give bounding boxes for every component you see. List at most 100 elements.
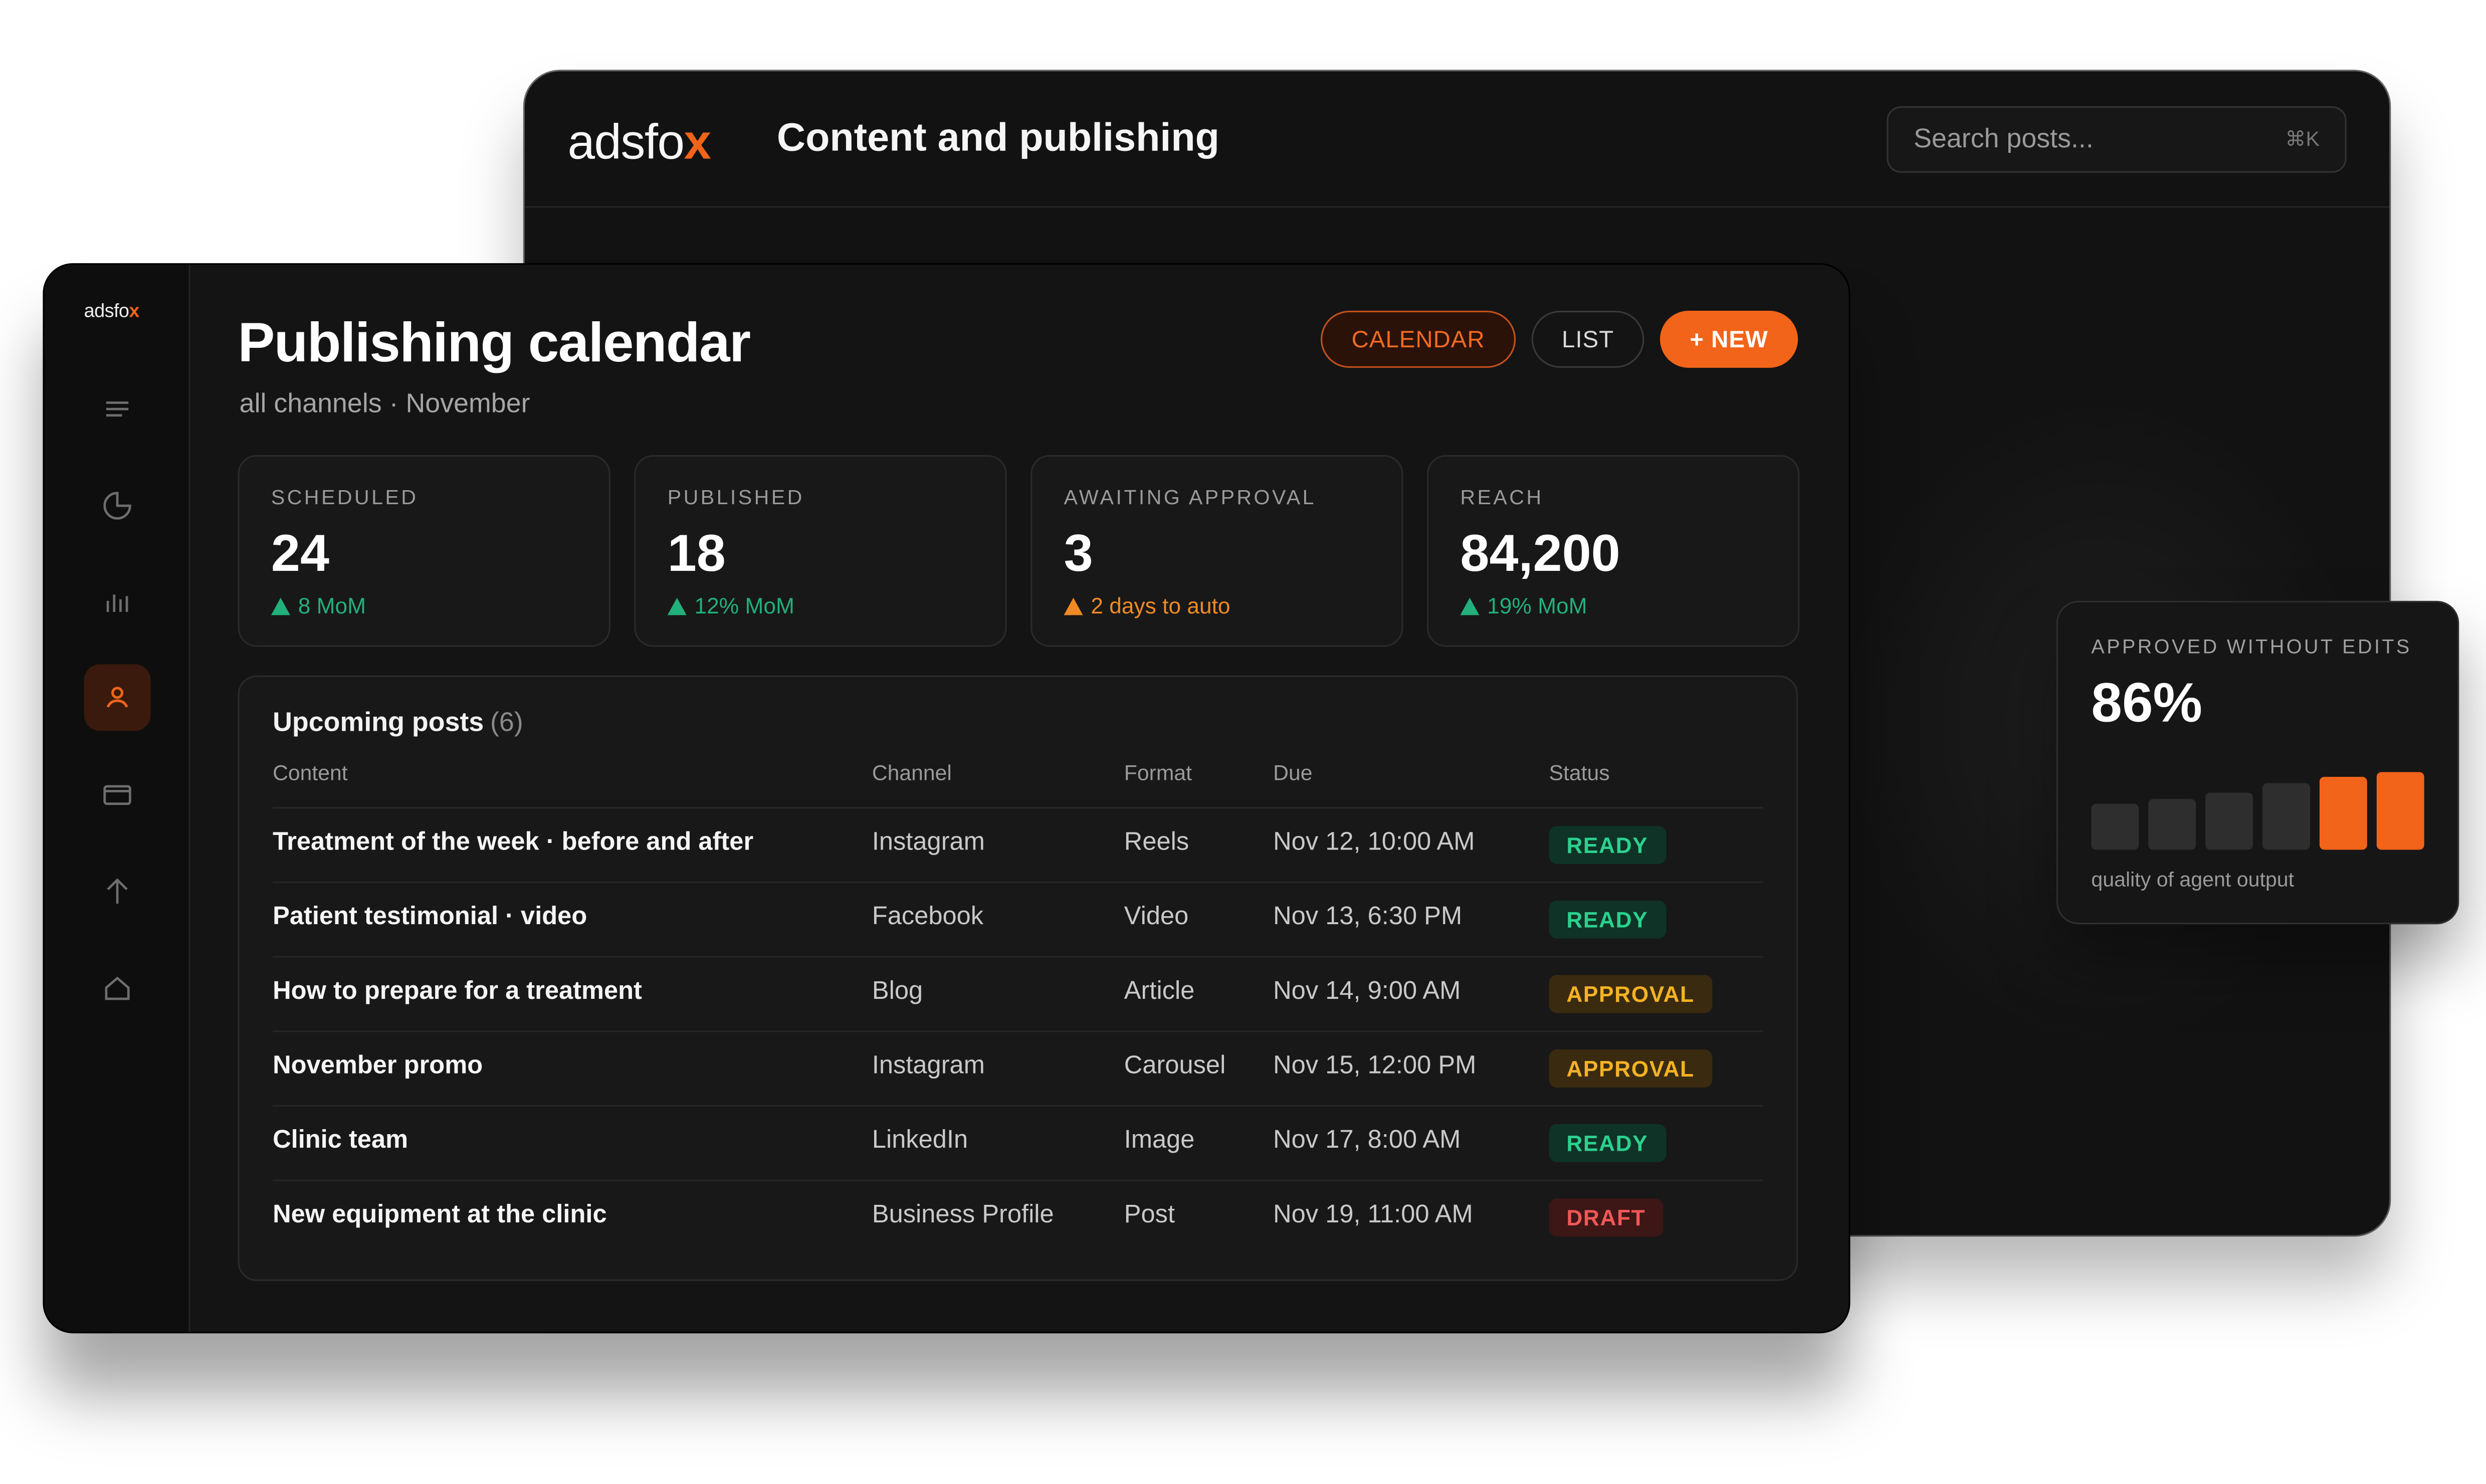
pie-chart-icon — [103, 492, 131, 520]
post-format: Reels — [1124, 829, 1189, 857]
post-channel: LinkedIn — [872, 1127, 968, 1154]
sidebar-item-reports[interactable] — [84, 569, 151, 636]
main-content: Publishing calendar all channels · Novem… — [190, 265, 1849, 1332]
quality-bar — [2205, 792, 2253, 850]
post-due: Nov 17, 8:00 AM — [1273, 1127, 1461, 1154]
sidebar-item-publish[interactable] — [84, 858, 151, 924]
quality-caption: quality of agent output — [2091, 867, 2295, 891]
status-badge: APPROVAL — [1549, 1049, 1712, 1088]
stat-label: REACH — [1460, 485, 1544, 509]
column-header-content[interactable]: Content — [273, 761, 348, 784]
quality-bar — [2148, 799, 2196, 850]
sidebar-logo-text: adsfo — [84, 299, 129, 322]
column-header-due[interactable]: Due — [1273, 761, 1312, 784]
post-channel: Facebook — [872, 904, 984, 931]
stat-value: 24 — [271, 523, 330, 582]
stat-label: AWAITING APPROVAL — [1064, 485, 1316, 509]
back-header: adsfox Content and publishing ⌘K — [525, 71, 2390, 208]
stat-delta-text: 19% MoM — [1487, 593, 1587, 618]
upcoming-posts-panel: Upcoming posts (6) Content Channel Format… — [238, 675, 1798, 1281]
stat-label: PUBLISHED — [667, 485, 804, 509]
bar-chart-icon — [106, 594, 128, 612]
brand-logo-text: adsfo — [567, 114, 685, 170]
stat-delta: 12% MoM — [667, 593, 794, 618]
window-title: Content and publishing — [777, 115, 1220, 160]
table-row[interactable]: Treatment of the week · before and after… — [273, 807, 1763, 882]
quality-value: 86% — [2091, 672, 2203, 734]
quality-bar — [2319, 777, 2367, 850]
sidebar-item-menu[interactable] — [84, 376, 151, 443]
post-channel: Blog — [872, 978, 923, 1005]
status-badge: APPROVAL — [1549, 975, 1712, 1013]
stat-delta-text: 8 MoM — [298, 593, 366, 618]
upcoming-posts-title: Upcoming posts (6) — [273, 707, 523, 739]
post-channel: Business Profile — [872, 1201, 1054, 1229]
list-view-button[interactable]: LIST — [1531, 311, 1644, 368]
sidebar-logo-mark: x — [129, 299, 139, 322]
table-row[interactable]: November promo Instagram Carousel Nov 15… — [273, 1030, 1763, 1105]
post-content: New equipment at the clinic — [273, 1201, 607, 1229]
post-format: Image — [1124, 1127, 1195, 1154]
post-due: Nov 13, 6:30 PM — [1273, 904, 1463, 931]
trend-up-icon — [667, 596, 687, 614]
arrow-up-icon — [107, 878, 128, 904]
search-input[interactable] — [1914, 108, 2263, 171]
brand-logo[interactable]: adsfo x — [567, 114, 711, 171]
menu-icon — [106, 401, 129, 417]
front-window: adsfox Publishing calendar all channels … — [44, 265, 1849, 1332]
quality-bars — [2091, 767, 2427, 850]
post-format: Article — [1124, 978, 1195, 1005]
post-format: Video — [1124, 904, 1189, 931]
brand-logo-mark: x — [684, 114, 711, 170]
post-content: Patient testimonial · video — [273, 904, 587, 931]
trend-up-icon — [271, 596, 290, 614]
post-channel: Instagram — [872, 829, 985, 857]
search-box[interactable]: ⌘K — [1887, 106, 2347, 173]
stat-card-scheduled: SCHEDULED 24 8 MoM — [238, 455, 610, 647]
user-icon — [106, 687, 128, 708]
stat-value: 18 — [667, 523, 726, 582]
post-due: Nov 15, 12:00 PM — [1273, 1052, 1477, 1080]
post-content: November promo — [273, 1052, 483, 1080]
sidebar-item-users[interactable] — [84, 664, 151, 731]
column-header-channel[interactable]: Channel — [872, 761, 952, 784]
stat-delta: 19% MoM — [1460, 593, 1587, 618]
quality-label: APPROVED WITHOUT EDITS — [2091, 635, 2412, 658]
stat-card-awaiting-approval: AWAITING APPROVAL 3 2 days to auto — [1030, 455, 1403, 647]
post-format: Carousel — [1124, 1052, 1226, 1080]
quality-bar — [2262, 783, 2310, 850]
home-icon — [105, 976, 130, 1000]
calendar-view-button[interactable]: CALENDAR — [1321, 311, 1516, 368]
stat-delta-text: 12% MoM — [694, 593, 794, 618]
post-content: Clinic team — [273, 1127, 408, 1154]
table-row[interactable]: Clinic team LinkedIn Image Nov 17, 8:00 … — [273, 1105, 1763, 1180]
sidebar-item-cards[interactable] — [84, 761, 151, 827]
search-shortcut: ⌘K — [2285, 127, 2320, 151]
table-row[interactable]: New equipment at the clinic Business Pro… — [273, 1179, 1763, 1254]
new-post-button[interactable]: + NEW — [1660, 311, 1798, 368]
quality-bar — [2376, 772, 2424, 850]
sidebar: adsfox — [44, 265, 190, 1332]
sidebar-item-analytics[interactable] — [84, 473, 151, 539]
trend-up-icon — [1460, 596, 1480, 614]
table-row[interactable]: Patient testimonial · video Facebook Vid… — [273, 881, 1763, 956]
status-badge: READY — [1549, 900, 1666, 939]
card-icon — [103, 785, 131, 805]
stat-delta: 8 MoM — [271, 593, 366, 618]
quality-bar — [2091, 803, 2139, 850]
stat-value: 3 — [1064, 523, 1093, 582]
post-channel: Instagram — [872, 1052, 985, 1080]
warning-triangle-icon — [1064, 596, 1083, 614]
post-content: How to prepare for a treatment — [273, 978, 642, 1005]
table-row[interactable]: How to prepare for a treatment Blog Arti… — [273, 956, 1763, 1030]
stat-card-reach: REACH 84,200 19% MoM — [1426, 455, 1800, 647]
upcoming-posts-title-text: Upcoming posts — [273, 707, 484, 737]
post-due: Nov 12, 10:00 AM — [1273, 829, 1475, 857]
status-badge: READY — [1549, 1124, 1666, 1162]
column-header-status[interactable]: Status — [1549, 761, 1610, 784]
stat-card-published: PUBLISHED 18 12% MoM — [634, 455, 1007, 647]
sidebar-logo[interactable]: adsfox — [84, 299, 140, 322]
column-header-format[interactable]: Format — [1124, 761, 1192, 784]
quality-card: APPROVED WITHOUT EDITS 86% quality of ag… — [2056, 600, 2459, 925]
sidebar-item-home[interactable] — [84, 954, 151, 1021]
